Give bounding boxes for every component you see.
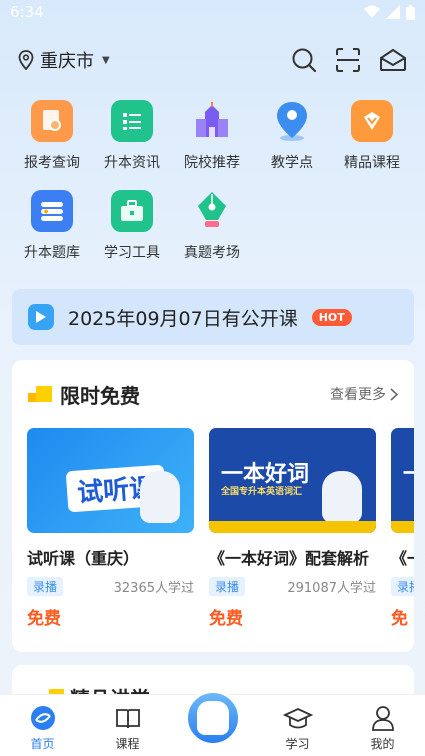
live-class-icon: [28, 304, 54, 330]
grid-label: 升本题库: [24, 245, 80, 261]
tab-label: 课程: [115, 737, 140, 751]
learner-count: 32365人学过: [113, 581, 194, 596]
question-bank-icon: [31, 190, 73, 232]
section-title: 限时免费: [60, 383, 140, 408]
grid-item-school[interactable]: 院校推荐: [172, 100, 252, 190]
mascot-icon: [322, 471, 362, 523]
tab-home[interactable]: 首页: [0, 695, 85, 756]
grid-item-courses[interactable]: 精品课程: [332, 100, 412, 190]
battery-icon: [406, 4, 415, 20]
top-actions: [291, 47, 407, 73]
caret-down-icon: ▼: [102, 54, 110, 66]
center-mascot-button[interactable]: [185, 690, 241, 746]
grid-label: 教学点: [271, 155, 313, 171]
thumbnail-footer: [209, 521, 376, 533]
banner-text: 2025年09月07日有公开课: [68, 307, 298, 330]
graduation-cap-icon: [282, 708, 313, 729]
grid-item-teaching-point[interactable]: 教学点: [252, 100, 332, 190]
free-section: 限时免费 查看更多 试听课 试听课（重庆） 录播 32365人学过 免费 一本好…: [12, 360, 414, 652]
user-icon: [371, 706, 394, 731]
course-title: 《一: [391, 549, 414, 568]
grid-item-question-bank[interactable]: 升本题库: [12, 190, 92, 280]
signal-icon: [386, 5, 400, 19]
tab-profile[interactable]: 我的: [340, 695, 425, 756]
location-pin-icon: [271, 100, 313, 142]
grid-label: 院校推荐: [184, 155, 240, 171]
city-label: 重庆市: [40, 51, 94, 72]
course-price: 免: [391, 609, 408, 629]
tab-courses[interactable]: 课程: [85, 695, 170, 756]
course-price: 免费: [27, 609, 61, 629]
recorded-tag: 录播: [209, 577, 246, 596]
chevron-right-icon: [390, 387, 398, 401]
grid-label: 真题考场: [184, 245, 240, 261]
course-icon: [351, 100, 393, 142]
grid-label: 学习工具: [104, 245, 160, 261]
course-title: 试听课（重庆）: [27, 549, 140, 568]
wifi-icon: [364, 5, 380, 18]
grid-item-news[interactable]: 升本资讯: [92, 100, 172, 190]
hot-badge: HOT: [311, 308, 352, 326]
course-price: 免费: [209, 609, 243, 629]
course-meta: 录播 32365人学过: [27, 577, 194, 596]
thumbnail-footer: [391, 521, 414, 533]
free-course-list: 试听课 试听课（重庆） 录播 32365人学过 免费 一本好词 全国专升本英语词…: [27, 428, 414, 629]
see-more-link[interactable]: 查看更多: [330, 384, 398, 404]
top-bar: 重庆市 ▼: [0, 40, 425, 80]
course-card[interactable]: 试听课 试听课（重庆） 录播 32365人学过 免费: [27, 428, 194, 629]
status-time: 6:34: [10, 3, 44, 21]
course-thumbnail: 一本好词 全国专升本英语词汇: [209, 428, 376, 533]
tab-study[interactable]: 学习: [255, 695, 340, 756]
recorded-tag: 录播: [391, 577, 414, 596]
pen-nib-icon: [191, 190, 233, 232]
learner-count: 291087人学过: [287, 581, 376, 596]
mascot-icon: [197, 701, 229, 735]
course-thumbnail: 试听课: [27, 428, 194, 533]
location-icon: [18, 50, 34, 70]
recorded-tag: 录播: [27, 577, 64, 596]
course-card[interactable]: 一本好词 全国专升本英语词汇 《一本好词》配套解析 录播 291087人学过 免…: [209, 428, 376, 629]
course-thumbnail: 一本: [391, 428, 414, 533]
course-meta: 录播 291087人学过: [209, 577, 376, 596]
tab-label: 首页: [30, 737, 55, 751]
thumbnail-subtext: 全国专升本英语词汇: [221, 487, 303, 497]
section-bar-icon: [28, 386, 52, 402]
status-icons: [364, 4, 415, 20]
city-selector[interactable]: 重庆市 ▼: [18, 47, 110, 73]
book-icon: [115, 709, 140, 729]
tab-label: 学习: [285, 737, 310, 751]
search-icon[interactable]: [291, 47, 317, 73]
home-icon: [30, 706, 55, 730]
open-class-banner[interactable]: 2025年09月07日有公开课 HOT: [12, 289, 414, 345]
status-bar: 6:34: [0, 0, 425, 24]
school-icon: [191, 100, 233, 142]
grid-label: 报考查询: [24, 155, 80, 171]
scan-icon[interactable]: [335, 47, 361, 73]
course-meta: 录播: [391, 577, 414, 596]
free-section-header: 限时免费 查看更多: [12, 360, 414, 428]
toolbox-icon: [111, 190, 153, 232]
news-icon: [111, 100, 153, 142]
tab-label: 我的: [370, 737, 395, 751]
course-title: 《一本好词》配套解析: [209, 549, 370, 568]
thumbnail-text: 一本: [403, 456, 414, 488]
grid-item-exam-room[interactable]: 真题考场: [172, 190, 252, 280]
grid-item-tools[interactable]: 学习工具: [92, 190, 172, 280]
grid-item-exam-query[interactable]: 报考查询: [12, 100, 92, 190]
course-card[interactable]: 一本 《一 录播 免: [391, 428, 414, 629]
search-doc-icon: [31, 100, 73, 142]
grid-label: 升本资讯: [104, 155, 160, 171]
grid-label: 精品课程: [344, 155, 400, 171]
feature-grid: 报考查询 升本资讯 院校推荐 教学点 精品课程 升本题库 学习工具 真题考场: [12, 100, 412, 280]
see-more-label: 查看更多: [330, 387, 386, 403]
mascot-icon: [140, 471, 180, 523]
message-icon[interactable]: [379, 48, 407, 72]
